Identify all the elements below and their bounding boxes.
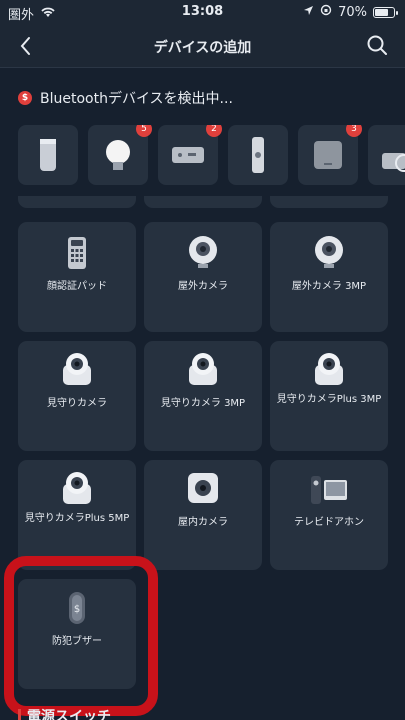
- device-label: 屋外カメラ 3MP: [291, 281, 367, 292]
- badge: 3: [346, 125, 362, 137]
- device-label: 屋外カメラ: [178, 281, 228, 292]
- device-card-partial[interactable]: [18, 196, 136, 208]
- battery-percent: 70%: [338, 4, 367, 20]
- scanned-device-remote[interactable]: [228, 125, 288, 185]
- device-label: 見守りカメラ 3MP: [160, 398, 246, 409]
- rotation-lock-icon: [320, 4, 332, 20]
- location-arrow-icon: [303, 5, 314, 20]
- badge: 2: [206, 125, 222, 137]
- bluetooth-scan-text: Bluetoothデバイスを検出中...: [40, 91, 233, 107]
- search-icon[interactable]: [365, 33, 389, 57]
- device-label: 屋内カメラ: [178, 517, 228, 528]
- scanned-device-bot[interactable]: [368, 125, 405, 185]
- device-card-monitor-camera-plus-3mp[interactable]: 見守りカメラPlus 3MP: [270, 341, 388, 451]
- scanned-device-speaker[interactable]: [18, 125, 78, 185]
- device-card-monitor-camera[interactable]: 見守りカメラ: [18, 341, 136, 451]
- dome-camera-icon: [189, 353, 217, 385]
- scanned-device-sensor[interactable]: 3: [298, 125, 362, 185]
- camera-icon: [315, 236, 343, 268]
- page-title: デバイスの追加: [153, 40, 252, 56]
- device-card-video-doorphone[interactable]: テレビドアホン: [270, 460, 388, 570]
- dome-camera-icon: [315, 353, 343, 385]
- bluetooth-scan-row: $ Bluetoothデバイスを検出中...: [18, 88, 233, 108]
- device-card-monitor-camera-3mp[interactable]: 見守りカメラ 3MP: [144, 341, 262, 451]
- device-label: 見守りカメラ: [47, 398, 107, 409]
- device-label: 見守りカメラPlus 3MP: [276, 394, 382, 405]
- dollar-icon: $: [18, 91, 32, 105]
- status-bar: 圏外 13:08 70%: [0, 0, 405, 24]
- device-label: 顔認証パッド: [47, 281, 107, 292]
- indoor-camera-icon: [188, 473, 218, 503]
- dome-camera-icon: [63, 353, 91, 385]
- battery-icon: [373, 6, 398, 18]
- device-card-outdoor-camera-3mp[interactable]: 屋外カメラ 3MP: [270, 222, 388, 332]
- dome-camera-icon: [63, 472, 91, 504]
- device-card-outdoor-camera[interactable]: 屋外カメラ: [144, 222, 262, 332]
- section-accent-bar: [18, 709, 21, 720]
- device-card-indoor-camera[interactable]: 屋内カメラ: [144, 460, 262, 570]
- scanned-device-hub[interactable]: 2: [158, 125, 222, 185]
- highlight-outline: [4, 556, 158, 716]
- device-card-monitor-camera-plus-5mp[interactable]: 見守りカメラPlus 5MP: [18, 460, 136, 570]
- nav-bar: デバイスの追加: [0, 24, 405, 68]
- section-heading-power-switch: 電源スイッチ: [18, 706, 111, 720]
- device-label: テレビドアホン: [294, 517, 364, 528]
- speaker-icon: [40, 139, 56, 171]
- device-card-face-pad[interactable]: 顔認証パッド: [18, 222, 136, 332]
- device-label: 見守りカメラPlus 5MP: [24, 513, 130, 524]
- keypad-icon: [68, 237, 86, 269]
- camera-icon: [189, 236, 217, 268]
- status-right: 70%: [303, 4, 398, 20]
- bot-icon: [382, 153, 405, 172]
- device-card-partial[interactable]: [144, 196, 262, 208]
- badge: 5: [136, 125, 152, 137]
- section-title: 電源スイッチ: [27, 709, 111, 720]
- scanned-device-strip[interactable]: 5 2 3: [18, 125, 405, 187]
- scanned-device-bulb[interactable]: 5: [88, 125, 152, 185]
- device-card-partial[interactable]: [270, 196, 388, 208]
- remote-icon: [252, 137, 264, 173]
- doorbell-icon: [311, 476, 347, 504]
